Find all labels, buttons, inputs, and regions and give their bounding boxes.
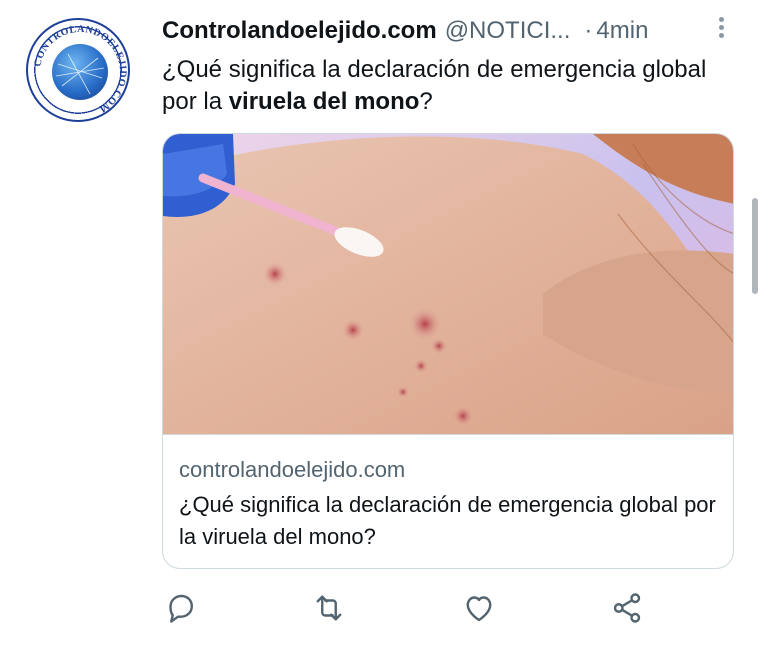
link-card[interactable]: controlandoelejido.com ¿Qué significa la… bbox=[162, 133, 734, 569]
more-options-icon[interactable] bbox=[716, 14, 726, 44]
display-name[interactable]: Controlandoelejido.com bbox=[162, 17, 437, 45]
tweet-text: ¿Qué significa la declaración de emergen… bbox=[162, 54, 722, 118]
reply-icon[interactable] bbox=[163, 590, 199, 626]
card-body[interactable]: controlandoelejido.com ¿Qué significa la… bbox=[163, 434, 733, 568]
svg-text:CONTROLANDOELEJIDO.COM: CONTROLANDOELEJIDO.COM bbox=[32, 24, 128, 115]
tweet-text-bold[interactable]: viruela del mono bbox=[229, 88, 420, 115]
logo-text: CONTROLANDOELEJIDO.COM bbox=[32, 24, 127, 115]
retweet-icon[interactable] bbox=[311, 590, 347, 626]
card-title: ¿Qué significa la declaración de emergen… bbox=[179, 492, 716, 549]
share-icon[interactable] bbox=[609, 590, 645, 626]
tweet-actions bbox=[0, 590, 760, 634]
timestamp[interactable]: 4min bbox=[596, 17, 648, 45]
card-domain: controlandoelejido.com bbox=[179, 457, 406, 482]
card-image[interactable] bbox=[163, 134, 733, 434]
separator-dot: · bbox=[584, 17, 593, 44]
user-handle[interactable]: @NOTICI... bbox=[445, 17, 571, 45]
tweet-header: Controlandoelejido.com @NOTICI... · 4min bbox=[162, 14, 742, 48]
like-icon[interactable] bbox=[461, 590, 497, 626]
tweet-text-part2: ? bbox=[419, 88, 433, 115]
avatar[interactable]: CONTROLANDOELEJIDO.COM bbox=[26, 18, 130, 122]
scrollbar[interactable] bbox=[752, 198, 758, 294]
logo-ring: CONTROLANDOELEJIDO.COM bbox=[32, 24, 128, 115]
